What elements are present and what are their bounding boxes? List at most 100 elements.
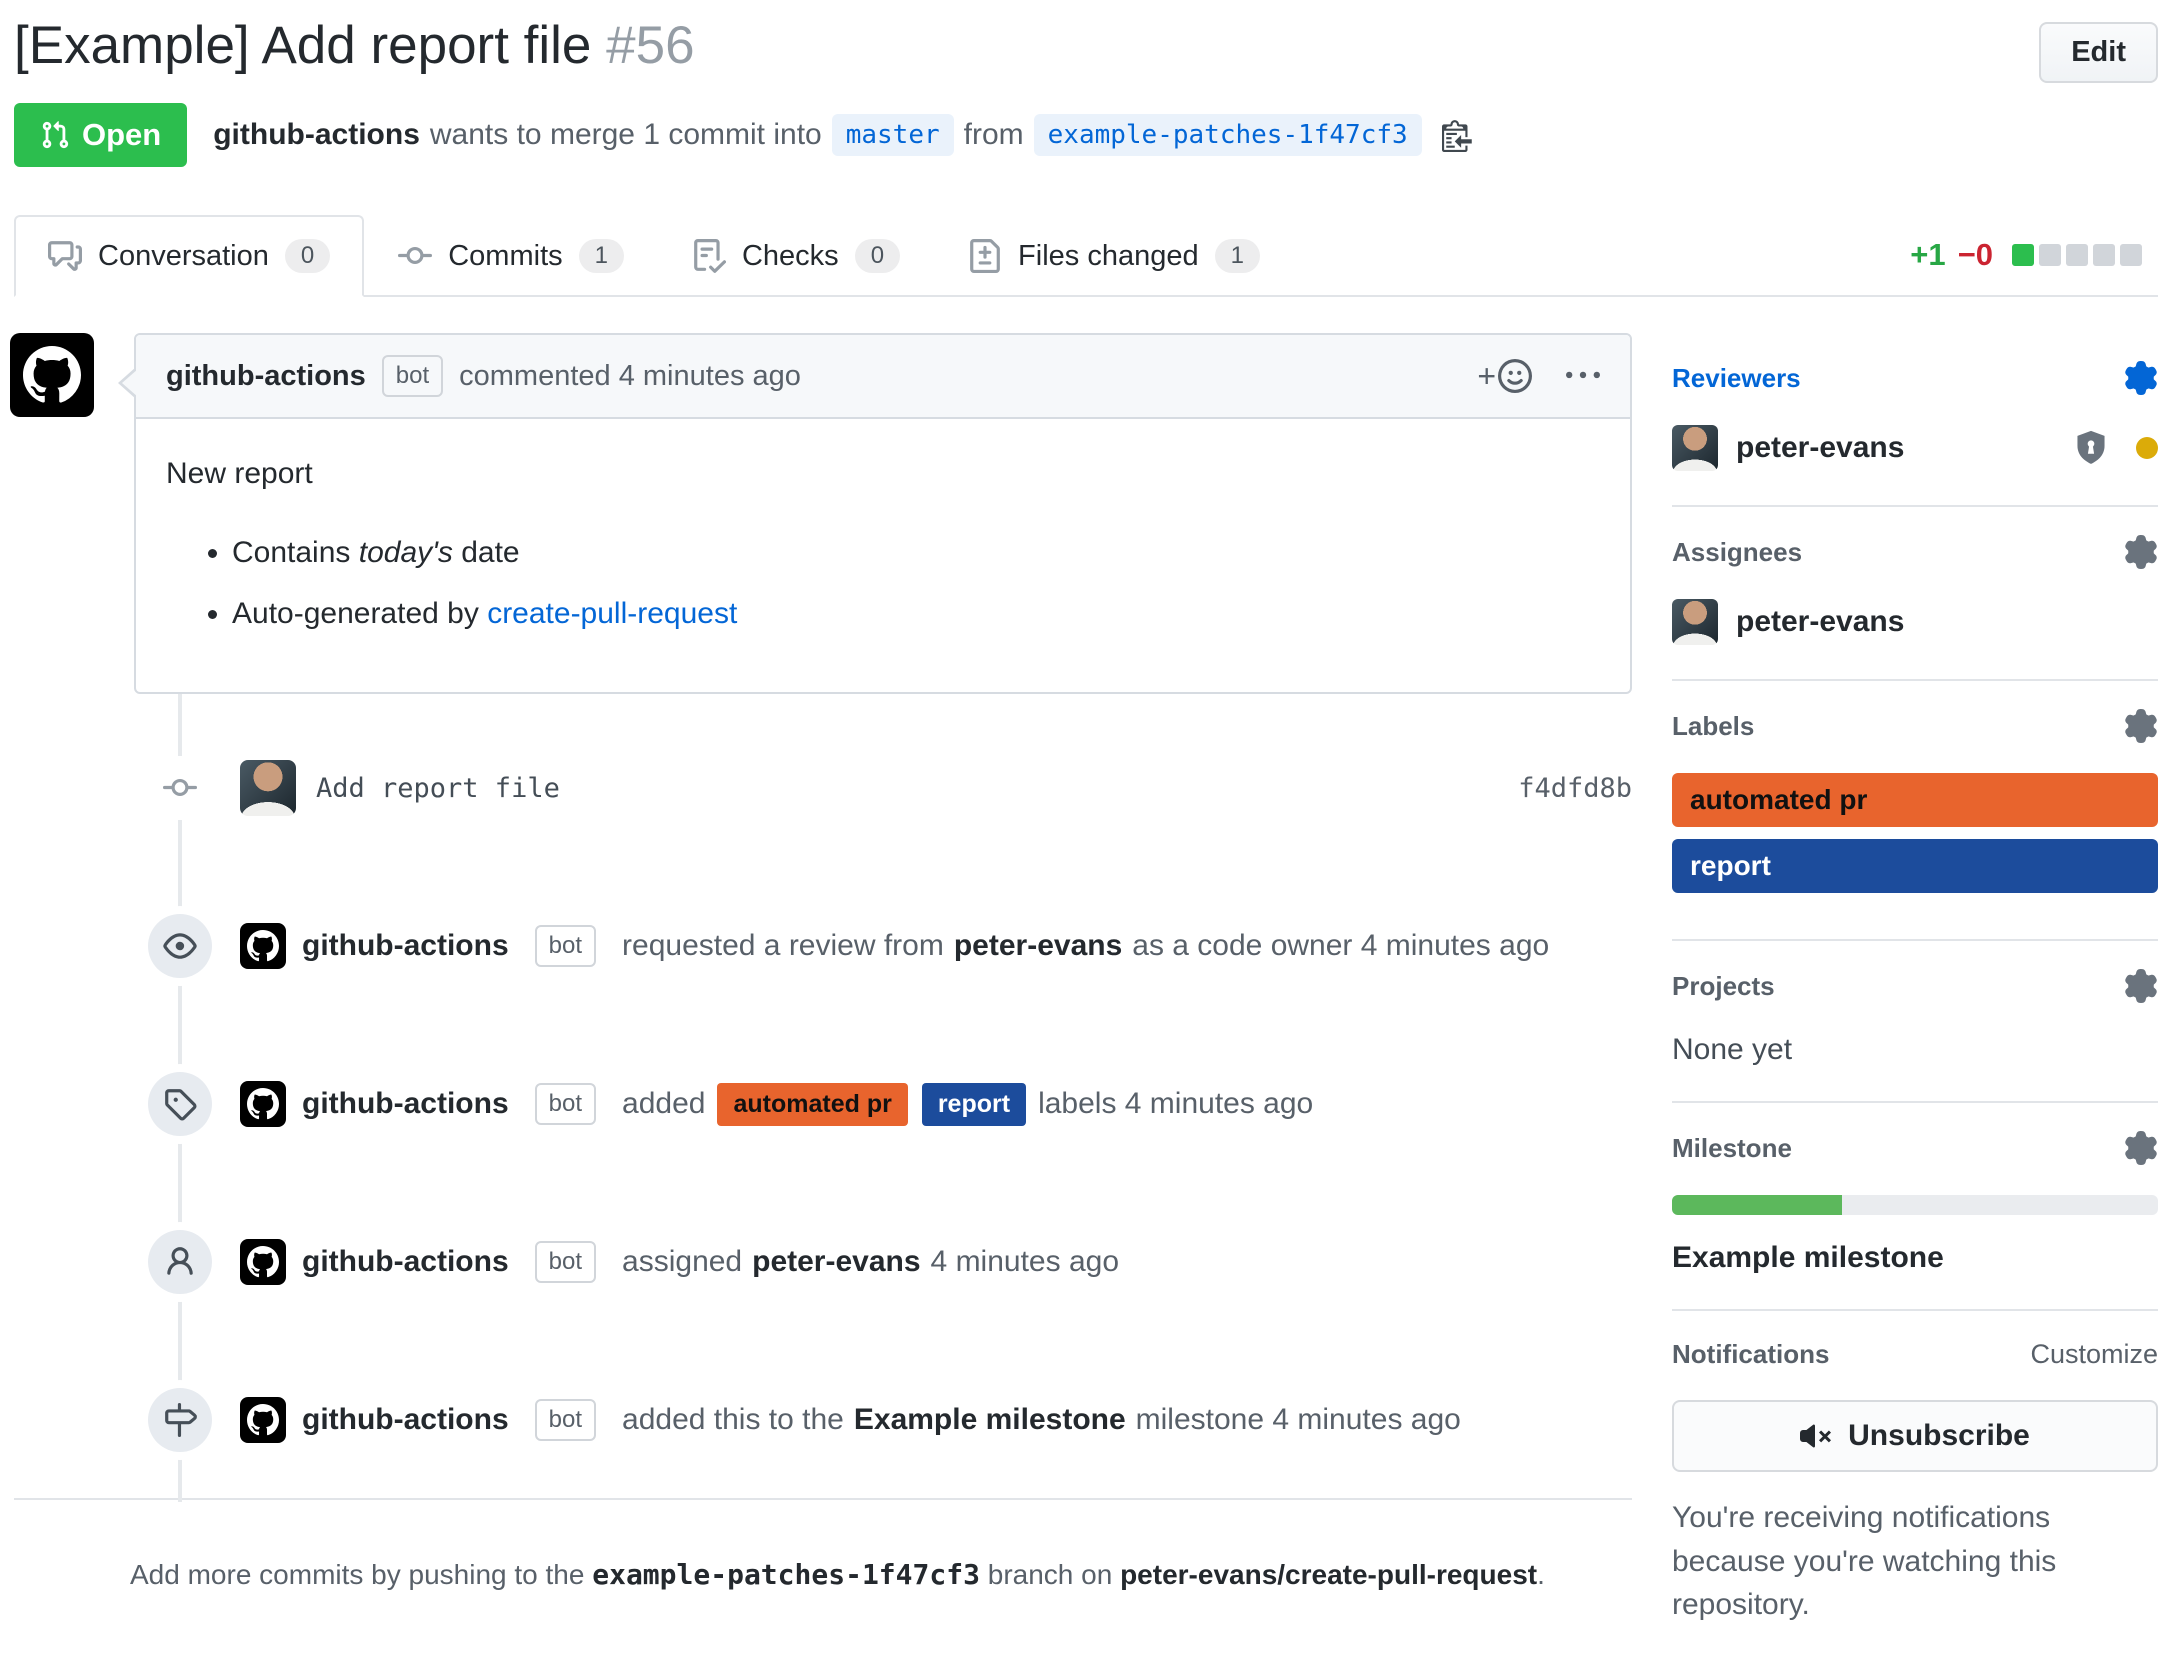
label-report[interactable]: report	[1672, 839, 2158, 893]
tab-files-changed[interactable]: Files changed 1	[934, 215, 1294, 297]
comment-body: New report Contains today's date Auto-ge…	[136, 419, 1630, 692]
comment-header: github-actions bot commented 4 minutes a…	[136, 335, 1630, 419]
discussion-column: github-actions bot commented 4 minutes a…	[14, 333, 1632, 1661]
label-report[interactable]: report	[922, 1083, 1026, 1126]
head-branch-label[interactable]: example-patches-1f47cf3	[1034, 114, 1422, 156]
notifications-heading: Notifications	[1672, 1339, 1829, 1370]
author-link[interactable]: github-actions	[213, 118, 420, 152]
notifications-reason-text: You're receiving notifications because y…	[1672, 1496, 2158, 1627]
diff-block	[2039, 244, 2061, 266]
comment-options-button[interactable]	[1566, 359, 1600, 393]
comment-timestamp-link[interactable]: 4 minutes ago	[619, 360, 801, 393]
shield-lock-icon	[2072, 429, 2110, 467]
avatar[interactable]	[240, 1397, 286, 1443]
timeline-event-milestoned: github-actions bot added this to the Exa…	[14, 1378, 1632, 1462]
actor-link[interactable]: github-actions	[302, 929, 509, 963]
copy-branch-icon[interactable]	[1442, 118, 1476, 152]
edit-button[interactable]: Edit	[2039, 22, 2158, 83]
sidebar-section-projects: Projects None yet	[1672, 941, 2158, 1103]
push-instructions: Add more commits by pushing to the examp…	[14, 1500, 1632, 1591]
user-link[interactable]: peter-evans	[752, 1245, 920, 1279]
person-icon	[148, 1230, 212, 1294]
unsubscribe-button[interactable]: Unsubscribe	[1672, 1400, 2158, 1472]
bot-badge: bot	[382, 355, 443, 397]
tab-count: 0	[285, 239, 330, 273]
diff-stat[interactable]: +1 −0	[1910, 237, 2158, 273]
avatar[interactable]	[240, 760, 296, 816]
avatar[interactable]	[240, 923, 286, 969]
octocat-icon	[247, 1088, 279, 1120]
customize-link[interactable]: Customize	[2030, 1339, 2158, 1370]
sidebar-section-notifications: Notifications Customize Unsubscribe You'…	[1672, 1311, 2158, 1661]
gear-icon[interactable]	[2124, 535, 2158, 569]
pull-request-page: [Example] Add report file #56 Edit Open …	[0, 0, 2172, 1661]
octocat-icon	[247, 930, 279, 962]
tab-count: 1	[579, 239, 624, 273]
reviewers-heading: Reviewers	[1672, 363, 1801, 394]
assignee-link[interactable]: peter-evans	[1736, 605, 1904, 639]
timeline-event-review-requested: github-actions bot requested a review fr…	[14, 904, 1632, 988]
diff-block	[2120, 244, 2142, 266]
octocat-icon	[247, 1404, 279, 1436]
comment-bullet: Auto-generated by create-pull-request	[232, 591, 1600, 636]
file-diff-icon	[968, 239, 1002, 273]
avatar[interactable]	[240, 1081, 286, 1127]
gear-icon[interactable]	[2124, 969, 2158, 1003]
pr-title: [Example] Add report file	[14, 16, 591, 75]
actor-link[interactable]: github-actions	[302, 1087, 509, 1121]
base-branch-label[interactable]: master	[832, 114, 954, 156]
merge-status-text: github-actions wants to merge 1 commit i…	[213, 114, 1475, 156]
bot-badge: bot	[535, 1399, 596, 1441]
eye-icon	[148, 914, 212, 978]
diff-block	[2012, 244, 2034, 266]
projects-heading: Projects	[1672, 971, 1775, 1002]
tab-conversation[interactable]: Conversation 0	[14, 215, 364, 297]
bot-badge: bot	[535, 925, 596, 967]
octocat-icon	[247, 1246, 279, 1278]
timeline-event-labeled: github-actions bot added automated pr re…	[14, 1062, 1632, 1146]
avatar[interactable]	[1672, 599, 1718, 645]
pr-number: #56	[606, 16, 694, 75]
octocat-icon	[23, 346, 81, 404]
user-link[interactable]: peter-evans	[954, 929, 1122, 963]
sidebar-section-labels: Labels automated pr report	[1672, 681, 2158, 941]
gear-icon[interactable]	[2124, 1131, 2158, 1165]
comment-action: commented	[459, 360, 611, 393]
comment-author-link[interactable]: github-actions	[166, 360, 366, 393]
actor-link[interactable]: github-actions	[302, 1403, 509, 1437]
tab-commits[interactable]: Commits 1	[364, 215, 658, 297]
avatar[interactable]	[10, 333, 94, 417]
milestone-link[interactable]: Example milestone	[1672, 1241, 2158, 1275]
deletions-count: −0	[1958, 237, 1993, 273]
kebab-icon	[1566, 359, 1600, 393]
checklist-icon	[692, 239, 726, 273]
git-pull-request-icon	[40, 120, 70, 150]
milestone-progress-fill	[1672, 1195, 1842, 1215]
comment-bullet: Contains today's date	[232, 530, 1600, 575]
commit-message-link[interactable]: Add report file	[316, 773, 560, 804]
assignee-row: peter-evans	[1672, 599, 2158, 645]
commit-sha-link[interactable]: f4dfd8b	[1518, 773, 1632, 804]
tab-count: 1	[1215, 239, 1260, 273]
label-automated-pr[interactable]: automated pr	[1672, 773, 2158, 827]
avatar[interactable]	[1672, 425, 1718, 471]
add-reaction-button[interactable]: +	[1477, 358, 1532, 395]
sidebar-section-reviewers: Reviewers peter-evans	[1672, 333, 2158, 507]
avatar[interactable]	[240, 1239, 286, 1285]
sidebar-section-milestone: Milestone Example milestone	[1672, 1103, 2158, 1311]
gear-icon[interactable]	[2124, 361, 2158, 395]
reviewer-link[interactable]: peter-evans	[1736, 431, 1904, 465]
labels-heading: Labels	[1672, 711, 1754, 742]
milestone-link[interactable]: Example milestone	[854, 1403, 1126, 1437]
create-pull-request-link[interactable]: create-pull-request	[487, 597, 737, 630]
gear-icon[interactable]	[2124, 709, 2158, 743]
actor-link[interactable]: github-actions	[302, 1245, 509, 1279]
git-commit-icon	[148, 766, 212, 810]
label-automated-pr[interactable]: automated pr	[717, 1083, 907, 1126]
branch-name: example-patches-1f47cf3	[592, 1558, 980, 1591]
page-title: [Example] Add report file #56	[14, 14, 695, 78]
smiley-icon	[1498, 359, 1532, 393]
comment-box: github-actions bot commented 4 minutes a…	[134, 333, 1632, 694]
tab-checks[interactable]: Checks 0	[658, 215, 934, 297]
milestone-heading: Milestone	[1672, 1133, 1792, 1164]
